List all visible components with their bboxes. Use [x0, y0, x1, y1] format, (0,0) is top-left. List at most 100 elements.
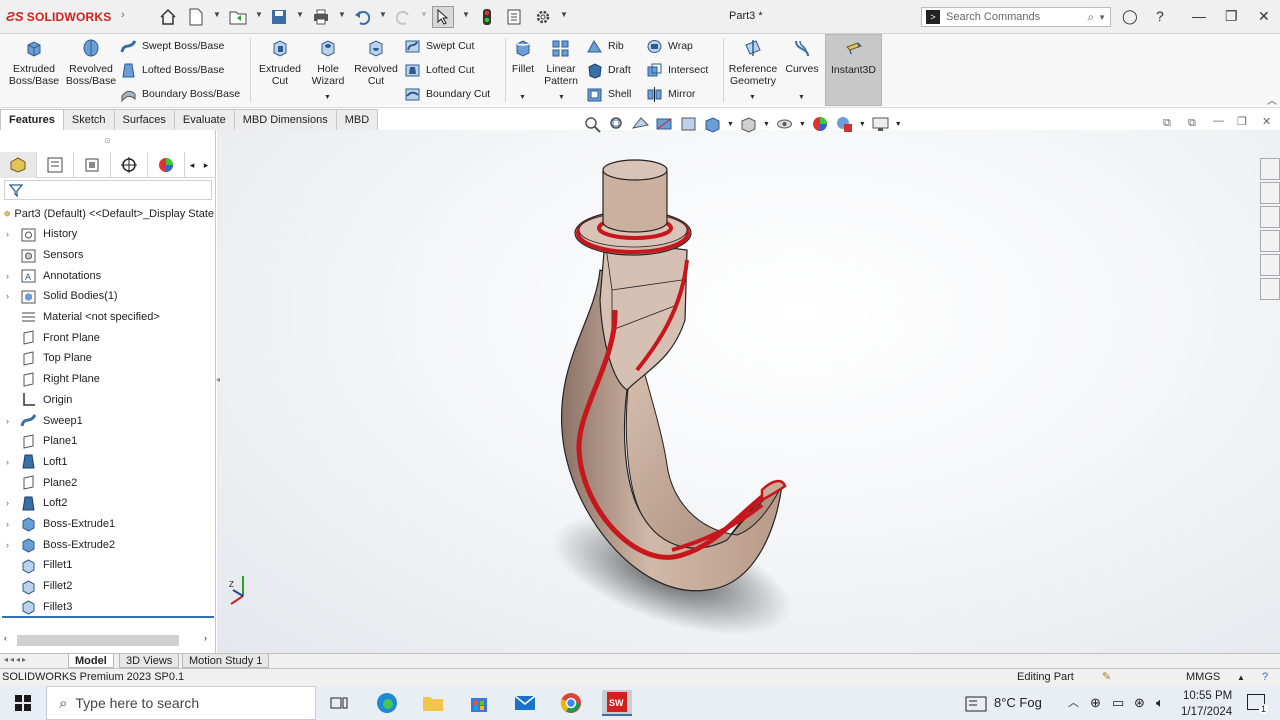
custom-properties-icon[interactable]	[1260, 278, 1280, 300]
part-root-node[interactable]: Part3 (Default) <<Default>_Display State	[4, 205, 214, 222]
search-icon[interactable]: ⌕	[1087, 10, 1094, 25]
scrollbar-thumb[interactable]	[17, 635, 179, 646]
solidworks-taskbar-icon[interactable]: SW	[602, 690, 632, 716]
collapse-ribbon-icon[interactable]: ︿	[1267, 92, 1277, 107]
select-cursor-icon[interactable]	[432, 6, 454, 28]
tree-node-sensors[interactable]: Sensors	[0, 245, 216, 266]
tab-features[interactable]: Features	[0, 109, 64, 130]
tabs-scroll-left-icon[interactable]: ◂	[185, 152, 199, 178]
file-explorer-taskbar-icon[interactable]	[418, 690, 448, 716]
save-dropdown-icon[interactable]: ▼	[296, 10, 304, 19]
hole-wizard-dropdown-icon[interactable]: ▼	[324, 94, 331, 101]
new-document-icon[interactable]	[185, 6, 207, 28]
tree-node-front-plane[interactable]: Front Plane	[0, 327, 216, 348]
close-icon[interactable]: ✕	[1258, 8, 1270, 25]
tree-node-fillet3[interactable]: Fillet3	[0, 596, 216, 617]
dynamic-annotation-icon[interactable]	[679, 115, 698, 133]
tree-node-plane2[interactable]: Plane2	[0, 472, 216, 493]
rib-button[interactable]: Rib	[586, 36, 624, 56]
mail-icon[interactable]	[510, 690, 540, 716]
tab-evaluate[interactable]: Evaluate	[173, 109, 235, 130]
previous-view-icon[interactable]	[631, 115, 650, 133]
user-account-icon[interactable]: ◯	[1122, 8, 1138, 25]
property-manager-tab-icon[interactable]	[37, 152, 74, 178]
hook-3d-model[interactable]	[217, 130, 1280, 653]
network-icon[interactable]: ⊛	[1134, 686, 1145, 720]
wrap-button[interactable]: Wrap	[646, 36, 693, 56]
lofted-boss-button[interactable]: Lofted Boss/Base	[120, 60, 224, 80]
menu-expand-icon[interactable]: ›	[121, 9, 125, 21]
tab-nav-arrows-icon[interactable]: ◂◂◂▸	[4, 655, 28, 664]
mirror-button[interactable]: Mirror	[646, 84, 695, 104]
task-view-icon[interactable]	[324, 690, 354, 716]
tree-node-history[interactable]: › History	[0, 224, 216, 245]
view-orientation-icon[interactable]	[703, 115, 722, 133]
meet-now-icon[interactable]: ⊕	[1090, 686, 1101, 720]
tab-sketch[interactable]: Sketch	[62, 109, 115, 130]
rollback-bar[interactable]	[2, 616, 214, 618]
extruded-cut-button[interactable]: Extruded Cut	[256, 38, 304, 87]
clock-date[interactable]: 1/17/2024	[1181, 704, 1232, 720]
solidworks-resources-icon[interactable]	[1260, 158, 1280, 180]
view-settings-dropdown-icon[interactable]: ▼	[895, 121, 902, 128]
tree-node-boss-extrude2[interactable]: › Boss-Extrude2	[0, 534, 216, 555]
curves-dropdown-icon[interactable]: ▼	[798, 94, 805, 101]
select-dropdown-icon[interactable]: ▼	[462, 10, 470, 19]
reference-geometry-button[interactable]: Reference Geometry	[727, 38, 779, 87]
file-properties-icon[interactable]	[503, 6, 525, 28]
viewport-restore-icon[interactable]: ❐	[1237, 115, 1247, 128]
panel-collapse-handle-icon[interactable]: ◂	[216, 375, 220, 384]
status-help-icon[interactable]: ?	[1262, 669, 1268, 686]
hide-show-items-icon[interactable]	[775, 115, 794, 133]
minimize-icon[interactable]: —	[1192, 8, 1206, 24]
restore-icon[interactable]: ❐	[1225, 8, 1238, 25]
help-icon[interactable]: ?	[1156, 8, 1164, 24]
open-folder-icon[interactable]	[227, 6, 249, 28]
viewport-tile-icon[interactable]: ⧉	[1163, 117, 1171, 130]
zoom-to-fit-icon[interactable]	[583, 115, 602, 133]
section-view-icon[interactable]	[655, 115, 674, 133]
draft-button[interactable]: Draft	[586, 60, 631, 80]
view-palette-icon[interactable]	[1260, 230, 1280, 252]
panel-grip-icon[interactable]: ⊙	[104, 136, 111, 145]
expand-arrow-icon[interactable]: ›	[6, 498, 20, 508]
feature-tree-hscrollbar[interactable]: ‹ ›	[2, 630, 214, 650]
weather-widget[interactable]: 8°C Fog	[994, 686, 1042, 720]
clock-time[interactable]: 10:55 PM	[1183, 688, 1232, 704]
tree-node-fillet2[interactable]: Fillet2	[0, 576, 216, 597]
rebuild-status-icon[interactable]: ✎	[1102, 669, 1111, 686]
linear-pattern-button[interactable]: Linear Pattern	[542, 38, 580, 87]
microsoft-store-icon[interactable]	[464, 690, 494, 716]
boundary-cut-button[interactable]: Boundary Cut	[404, 84, 490, 104]
search-dropdown-icon[interactable]: ▼	[1098, 13, 1106, 22]
tab-mbd-dimensions[interactable]: MBD Dimensions	[233, 109, 337, 130]
tree-node-loft1[interactable]: › Loft1	[0, 452, 216, 473]
tree-node-right-plane[interactable]: Right Plane	[0, 369, 216, 390]
tab-3d-views[interactable]: 3D Views	[119, 654, 180, 668]
expand-arrow-icon[interactable]: ›	[6, 416, 20, 426]
edge-browser-icon[interactable]	[372, 690, 402, 716]
configuration-manager-tab-icon[interactable]	[74, 152, 111, 178]
intersect-button[interactable]: Intersect	[646, 60, 708, 80]
chrome-browser-icon[interactable]	[556, 690, 586, 716]
shell-button[interactable]: Shell	[586, 84, 631, 104]
reference-geometry-dropdown-icon[interactable]: ▼	[749, 94, 756, 101]
apply-scene-icon[interactable]	[835, 115, 854, 133]
tabs-scroll-right-icon[interactable]: ▸	[199, 152, 213, 178]
tree-node-sweep1[interactable]: › Sweep1	[0, 410, 216, 431]
expand-arrow-icon[interactable]: ›	[6, 229, 20, 239]
revolved-boss-button[interactable]: Revolved Boss/Base	[64, 38, 118, 87]
windows-start-icon[interactable]	[15, 695, 31, 711]
tree-node-origin[interactable]: Origin	[0, 390, 216, 411]
volume-icon[interactable]: 🔈︎	[1156, 686, 1164, 720]
undo-icon[interactable]	[351, 6, 373, 28]
pattern-dropdown-icon[interactable]: ▼	[558, 94, 565, 101]
scroll-right-icon[interactable]: ›	[204, 633, 207, 643]
print-icon[interactable]	[310, 6, 332, 28]
options-dropdown-icon[interactable]: ▼	[560, 10, 568, 19]
undo-dropdown-icon[interactable]: ▼	[379, 10, 387, 19]
scroll-left-icon[interactable]: ‹	[4, 633, 7, 643]
view-orientation-dropdown-icon[interactable]: ▼	[727, 121, 734, 128]
tab-motion-study[interactable]: Motion Study 1	[182, 654, 270, 668]
new-dropdown-icon[interactable]: ▼	[213, 10, 221, 19]
